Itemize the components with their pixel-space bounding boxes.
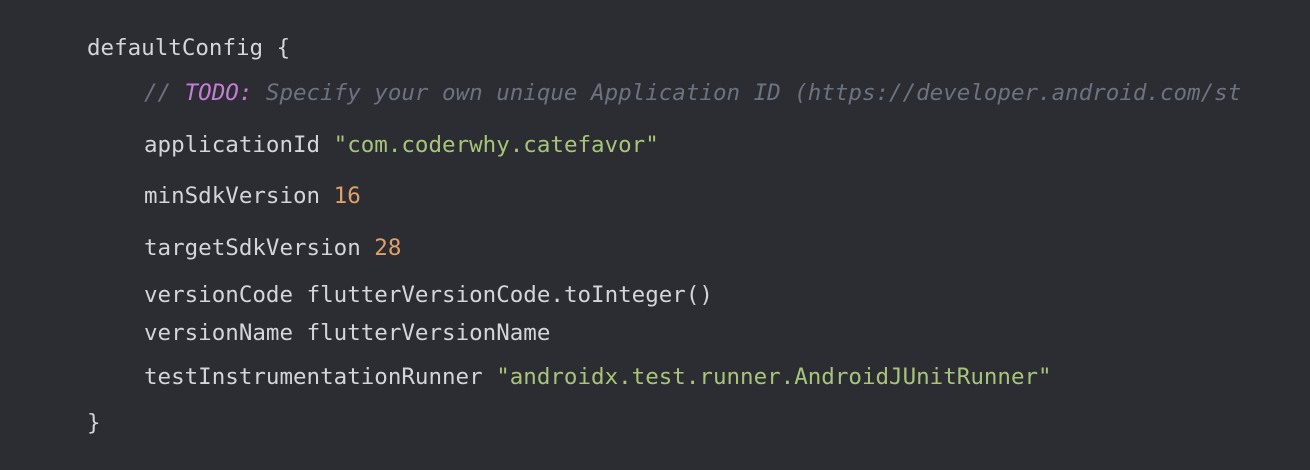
code-line-target-sdk: targetSdkVersion 28 bbox=[144, 232, 401, 264]
code-editor[interactable]: defaultConfig { // TODO: Specify your ow… bbox=[0, 0, 1310, 470]
version-code-value: flutterVersionCode.toInteger() bbox=[306, 282, 713, 308]
close-brace: } bbox=[87, 410, 101, 436]
min-sdk-value: 16 bbox=[333, 183, 361, 209]
application-id-key: applicationId bbox=[144, 132, 321, 158]
test-runner-value: "androidx.test.runner.AndroidJUnitRunner… bbox=[496, 364, 1052, 390]
test-runner-key: testInstrumentationRunner bbox=[144, 364, 483, 390]
todo-marker: TODO: bbox=[184, 80, 253, 106]
open-brace: { bbox=[276, 35, 291, 61]
code-line-min-sdk: minSdkVersion 16 bbox=[144, 180, 361, 212]
comment-text: Specify your own unique Application ID (… bbox=[252, 80, 1242, 106]
target-sdk-key: targetSdkVersion bbox=[144, 235, 361, 261]
code-line-comment: // TODO: Specify your own unique Applica… bbox=[144, 77, 1241, 109]
version-code-key: versionCode bbox=[144, 282, 294, 308]
code-line-test-runner: testInstrumentationRunner "androidx.test… bbox=[144, 361, 1052, 393]
min-sdk-key: minSdkVersion bbox=[144, 183, 321, 209]
code-line-close: } bbox=[87, 407, 101, 439]
code-line-version-code: versionCode flutterVersionCode.toInteger… bbox=[144, 279, 713, 311]
version-name-key: versionName bbox=[144, 320, 294, 346]
application-id-value: "com.coderwhy.catefavor" bbox=[333, 132, 659, 158]
target-sdk-value: 28 bbox=[374, 235, 402, 261]
code-line-application-id: applicationId "com.coderwhy.catefavor" bbox=[144, 129, 659, 161]
version-name-value: flutterVersionName bbox=[306, 320, 551, 346]
code-line-version-name: versionName flutterVersionName bbox=[144, 317, 550, 349]
code-line-default-config: defaultConfig { bbox=[87, 32, 290, 64]
block-name: defaultConfig bbox=[87, 35, 264, 61]
comment-prefix: // bbox=[144, 80, 185, 106]
